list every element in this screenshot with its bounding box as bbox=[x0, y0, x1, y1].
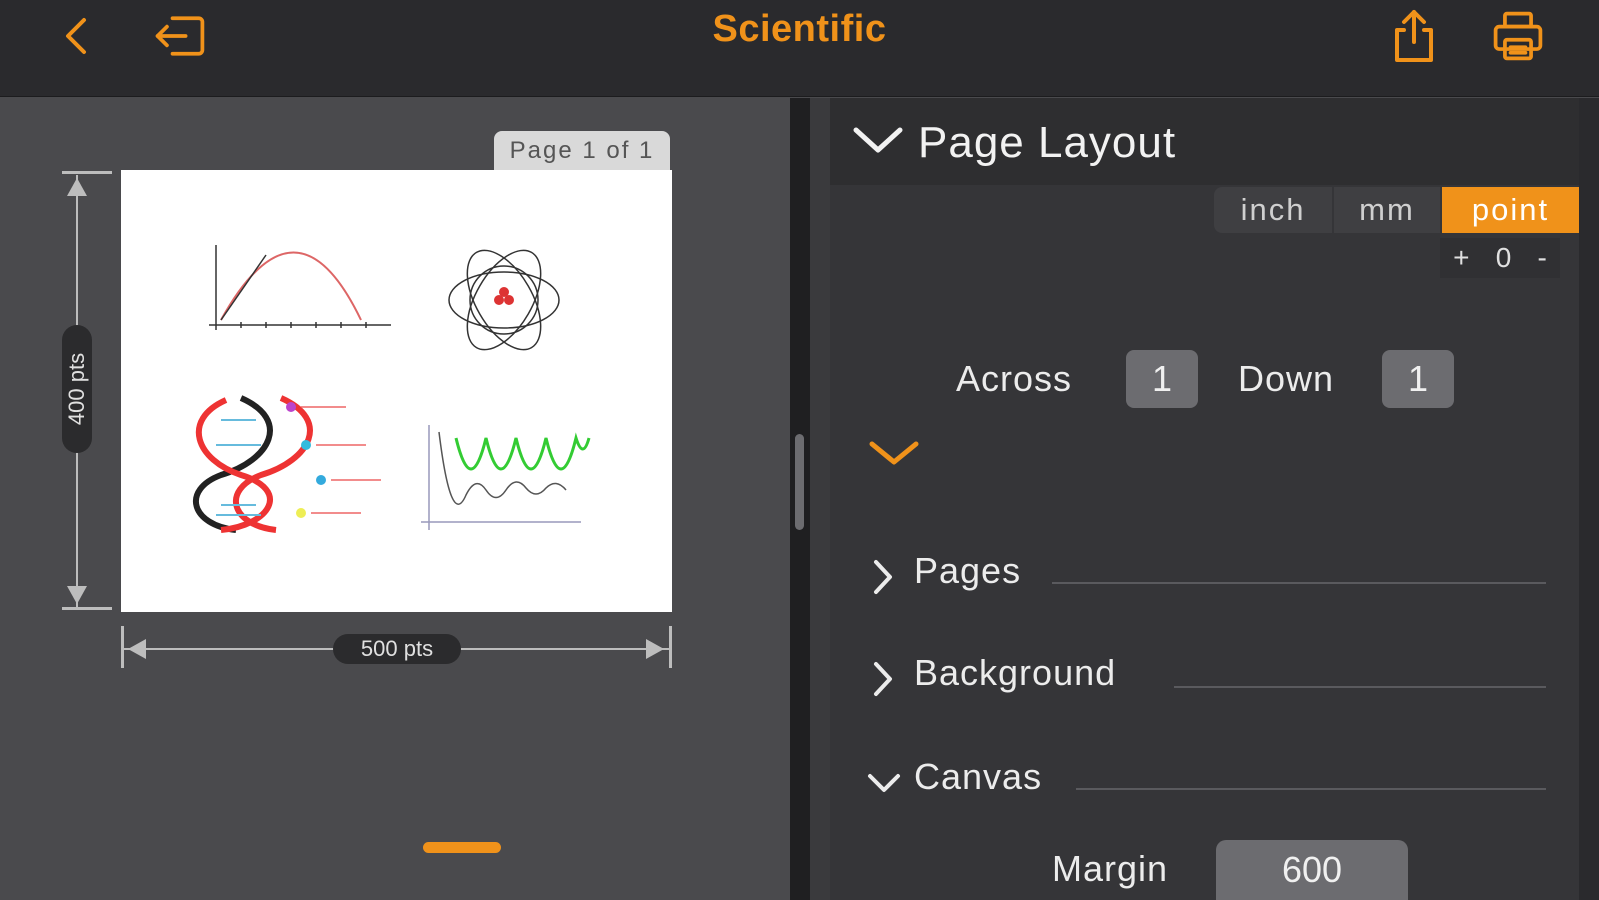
split-divider[interactable] bbox=[790, 98, 810, 900]
height-dimension-bottom-tick bbox=[62, 607, 112, 610]
width-arrow-right bbox=[646, 639, 664, 659]
canvas-divider bbox=[1076, 788, 1546, 790]
page-layout-title: Page Layout bbox=[918, 118, 1177, 167]
app-title: Scientific bbox=[712, 8, 887, 50]
width-dimension-left-tick bbox=[121, 626, 124, 668]
page-preview[interactable] bbox=[121, 170, 672, 612]
stepper-minus-button[interactable]: - bbox=[1538, 242, 1547, 274]
chevron-down-icon[interactable] bbox=[866, 772, 902, 801]
page-indicator-tab: Page 1 of 1 bbox=[494, 131, 670, 171]
width-dimension-label: 500 pts bbox=[333, 634, 461, 664]
printer-icon[interactable] bbox=[1490, 8, 1546, 64]
chevron-right-icon[interactable] bbox=[872, 660, 894, 703]
panel-edge bbox=[1579, 98, 1599, 900]
width-dimension-right-tick bbox=[669, 626, 672, 668]
projectile-graph bbox=[209, 245, 391, 330]
pages-divider bbox=[1052, 582, 1546, 584]
chevron-right-icon[interactable] bbox=[872, 558, 894, 601]
across-label: Across bbox=[956, 358, 1073, 399]
scroll-indicator[interactable] bbox=[423, 842, 501, 853]
section-pages-label[interactable]: Pages bbox=[914, 550, 1021, 592]
stepper-value: 0 bbox=[1495, 242, 1512, 273]
height-arrow-down bbox=[67, 586, 87, 604]
atom-diagram bbox=[448, 249, 560, 351]
height-arrow-up bbox=[67, 178, 87, 196]
down-label: Down bbox=[1238, 358, 1335, 399]
share-icon[interactable] bbox=[1386, 8, 1442, 64]
top-bar: Scientific bbox=[0, 0, 1599, 97]
margin-label: Margin bbox=[1052, 848, 1169, 889]
unit-mm-button[interactable]: mm bbox=[1334, 187, 1440, 233]
section-background-label[interactable]: Background bbox=[914, 652, 1116, 694]
scientific-graphics bbox=[192, 245, 591, 533]
section-canvas-label[interactable]: Canvas bbox=[914, 756, 1042, 798]
stepper-plus-button[interactable]: + bbox=[1453, 242, 1469, 274]
wave-graph bbox=[421, 425, 591, 530]
height-dimension-label: 400 pts bbox=[62, 325, 92, 453]
divider-handle[interactable] bbox=[795, 434, 804, 530]
unit-stepper: + 0 - bbox=[1440, 238, 1560, 278]
down-field[interactable]: 1 bbox=[1382, 350, 1454, 408]
unit-point-button[interactable]: point bbox=[1442, 187, 1579, 233]
chevron-down-icon[interactable] bbox=[852, 124, 904, 161]
background-divider bbox=[1174, 686, 1546, 688]
dna-helix bbox=[192, 395, 381, 533]
margin-field[interactable]: 600 bbox=[1216, 840, 1408, 900]
width-arrow-left bbox=[128, 639, 146, 659]
unit-inch-button[interactable]: inch bbox=[1214, 187, 1332, 233]
expand-chevron-icon[interactable] bbox=[868, 440, 920, 473]
across-field[interactable]: 1 bbox=[1126, 350, 1198, 408]
height-dimension-top-tick bbox=[62, 171, 112, 174]
